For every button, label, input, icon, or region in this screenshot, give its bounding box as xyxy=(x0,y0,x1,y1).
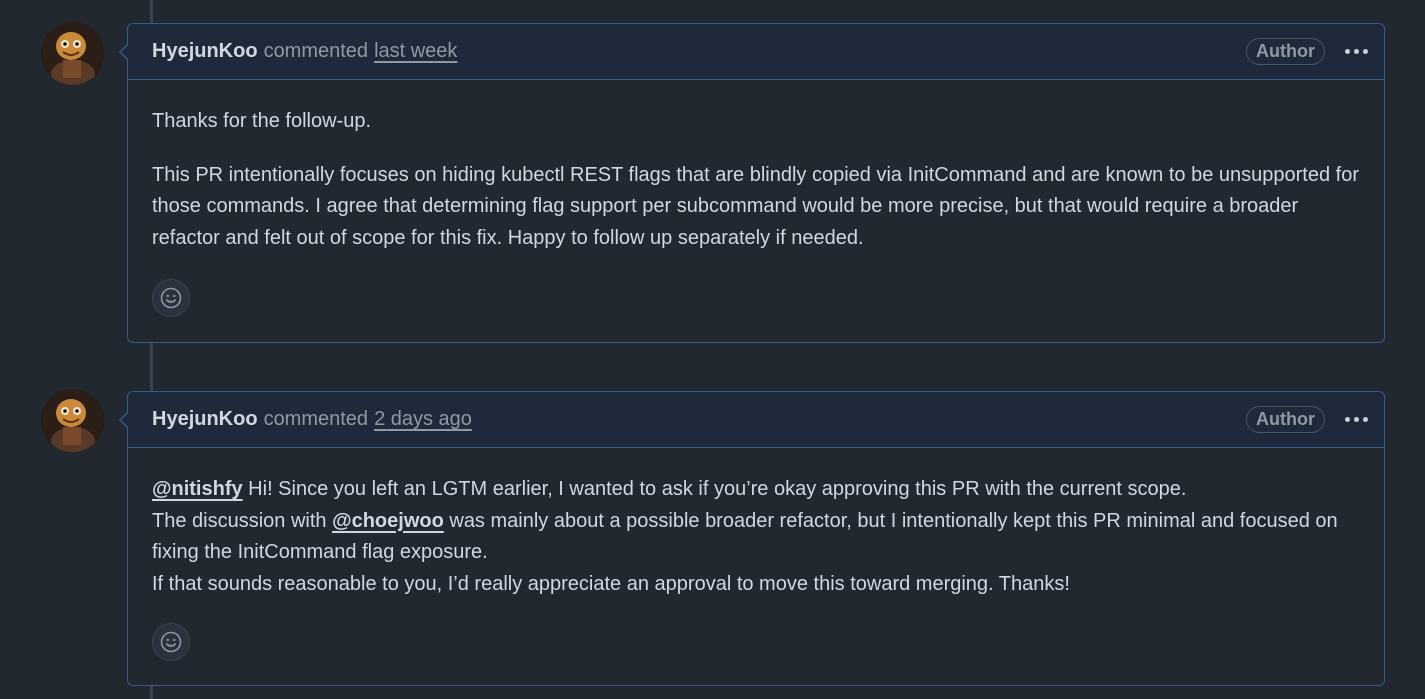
comment-timestamp[interactable]: 2 days ago xyxy=(374,408,472,431)
author-link[interactable]: HyejunKoo xyxy=(152,408,258,431)
smiley-icon xyxy=(160,287,182,309)
comment-pointer-inner xyxy=(121,44,129,60)
avatar[interactable] xyxy=(41,389,104,452)
avatar-image xyxy=(41,389,104,452)
comment-body: Thanks for the follow-up. This PR intent… xyxy=(128,80,1384,254)
comment-line: The discussion with @choejwoo was mainly… xyxy=(152,506,1360,569)
author-badge: Author xyxy=(1246,38,1325,65)
dot xyxy=(1354,49,1359,54)
avatar[interactable] xyxy=(41,22,104,85)
header-actions: Author xyxy=(1246,406,1374,433)
comment-body: @nitishfy Hi! Since you left an LGTM ear… xyxy=(128,448,1384,600)
avatar-image xyxy=(41,22,104,85)
author-link[interactable]: HyejunKoo xyxy=(152,40,258,63)
comment-header: HyejunKoo commented last week Author xyxy=(128,24,1384,80)
kebab-horizontal-icon[interactable] xyxy=(1339,411,1374,428)
user-mention-link[interactable]: @choejwoo xyxy=(332,510,444,532)
comment-line: @nitishfy Hi! Since you left an LGTM ear… xyxy=(152,474,1360,506)
comment-timestamp[interactable]: last week xyxy=(374,40,457,63)
smiley-icon xyxy=(160,631,182,653)
comment-action: commented xyxy=(263,40,369,62)
header-actions: Author xyxy=(1246,38,1374,65)
comment-text: The discussion with xyxy=(152,509,333,532)
comment-header: HyejunKoo commented 2 days ago Author xyxy=(128,392,1384,448)
comment-line: If that sounds reasonable to you, I’d re… xyxy=(152,572,1070,595)
dot xyxy=(1345,49,1350,54)
comment-action: commented xyxy=(263,408,369,430)
author-badge: Author xyxy=(1246,406,1325,433)
add-reaction-button[interactable] xyxy=(152,279,190,317)
comment-card: HyejunKoo commented 2 days ago Author @n… xyxy=(119,391,1385,686)
kebab-horizontal-icon[interactable] xyxy=(1339,43,1374,60)
dot xyxy=(1363,417,1368,422)
dot xyxy=(1345,417,1350,422)
user-mention-link[interactable]: @nitishfy xyxy=(152,478,243,500)
comment-pointer-inner xyxy=(121,412,129,428)
comment-paragraph: Thanks for the follow-up. xyxy=(152,110,371,132)
add-reaction-button[interactable] xyxy=(152,623,190,661)
comment-text: Hi! Since you left an LGTM earlier, I wa… xyxy=(242,478,1187,500)
comment-paragraph: This PR intentionally focuses on hiding … xyxy=(152,163,1359,249)
comment-card: HyejunKoo commented last week Author Tha… xyxy=(119,23,1385,343)
dot xyxy=(1363,49,1368,54)
dot xyxy=(1354,417,1359,422)
